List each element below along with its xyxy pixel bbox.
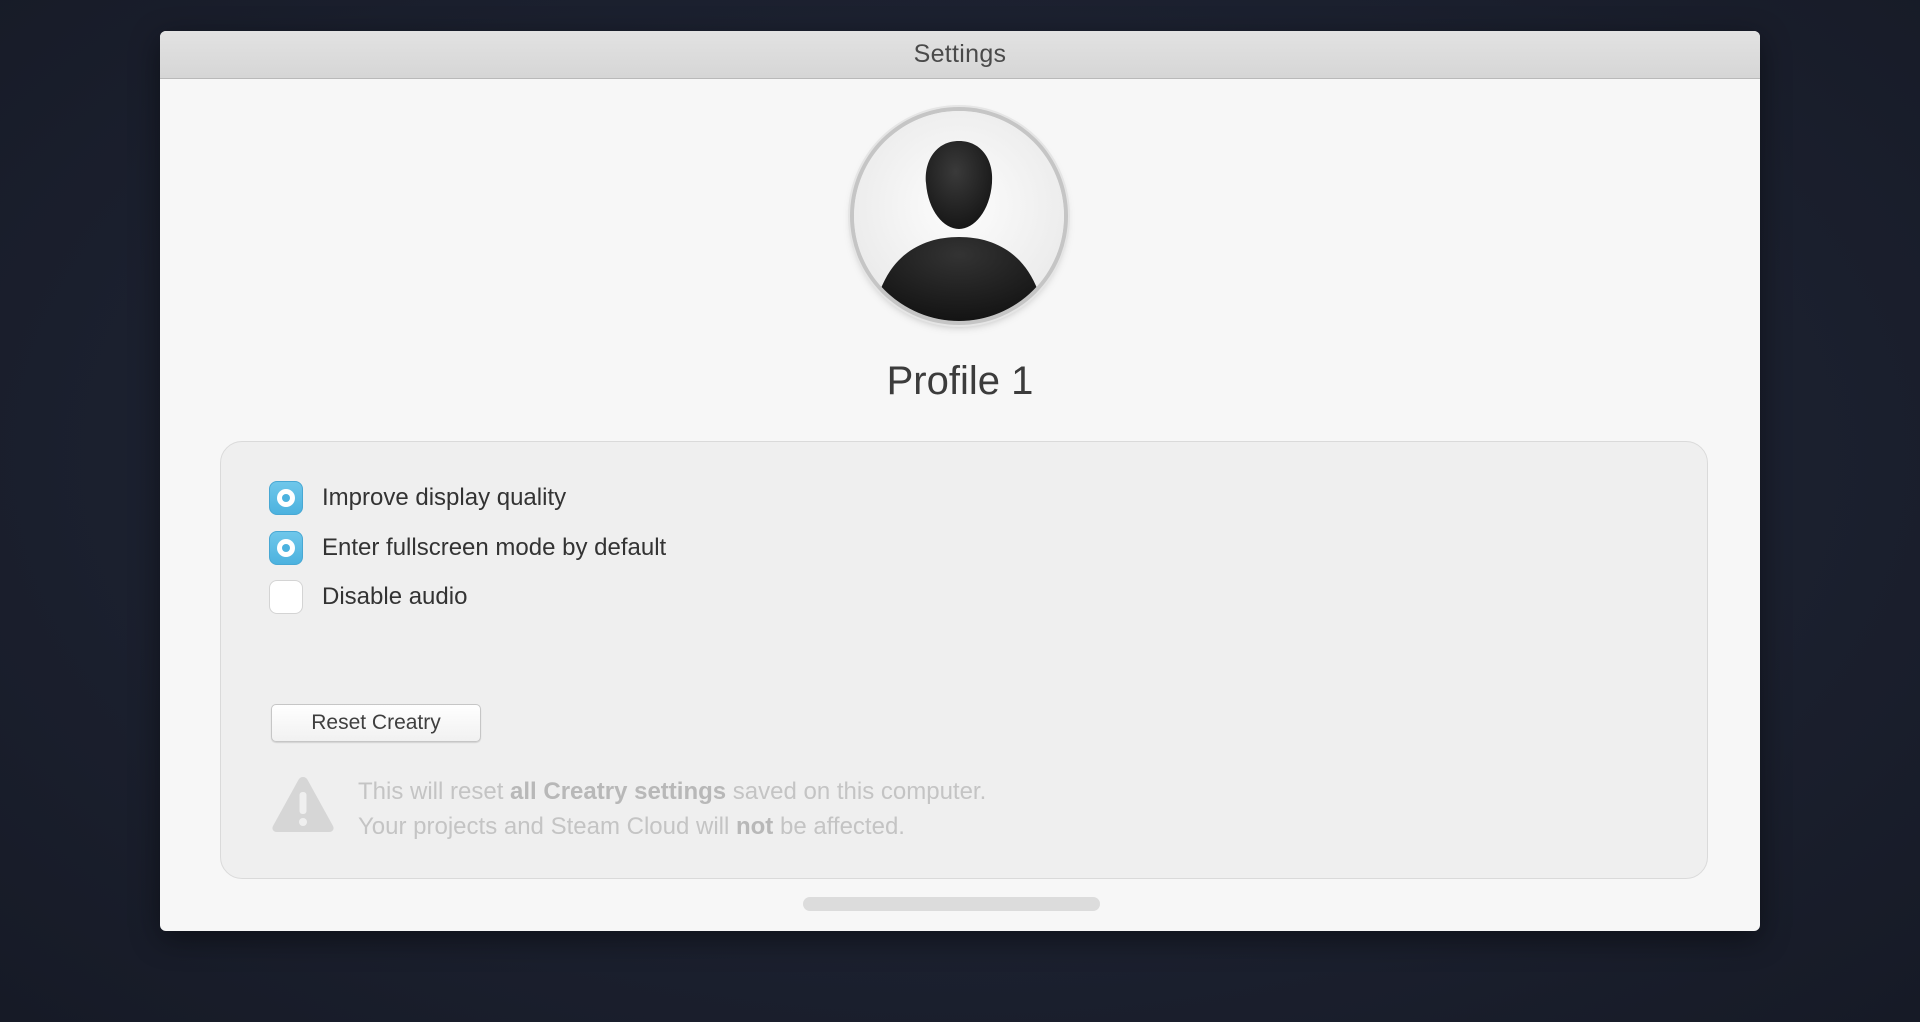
checked-indicator-icon — [277, 539, 295, 557]
option-fullscreen-default[interactable]: Enter fullscreen mode by default — [269, 530, 666, 566]
option-label[interactable]: Enter fullscreen mode by default — [322, 534, 666, 562]
avatar[interactable] — [854, 111, 1064, 321]
profile-name: Profile 1 — [160, 359, 1760, 404]
option-label[interactable]: Improve display quality — [322, 484, 566, 512]
fullscreen-default-checkbox[interactable] — [269, 531, 303, 565]
warning-triangle-icon — [271, 774, 335, 834]
improve-display-quality-checkbox[interactable] — [269, 481, 303, 515]
option-disable-audio[interactable]: Disable audio — [269, 579, 467, 615]
title-bar[interactable]: Settings — [160, 31, 1760, 79]
disable-audio-checkbox[interactable] — [269, 580, 303, 614]
settings-panel: Improve display quality Enter fullscreen… — [220, 441, 1708, 879]
scroll-handle[interactable] — [803, 897, 1100, 911]
option-improve-display-quality[interactable]: Improve display quality — [269, 480, 566, 516]
option-label[interactable]: Disable audio — [322, 583, 467, 611]
settings-window: Settings Profile 1 Improve dis — [160, 31, 1760, 931]
reset-creatry-button[interactable]: Reset Creatry — [271, 704, 481, 742]
reset-warning: This will reset all Creatry settings sav… — [271, 774, 986, 844]
window-title: Settings — [914, 40, 1007, 69]
checked-indicator-icon — [277, 489, 295, 507]
warning-text: This will reset all Creatry settings sav… — [358, 774, 986, 844]
user-silhouette-icon — [854, 111, 1064, 321]
warning-line-1: This will reset all Creatry settings sav… — [358, 774, 986, 809]
warning-line-2: Your projects and Steam Cloud will not b… — [358, 809, 986, 844]
